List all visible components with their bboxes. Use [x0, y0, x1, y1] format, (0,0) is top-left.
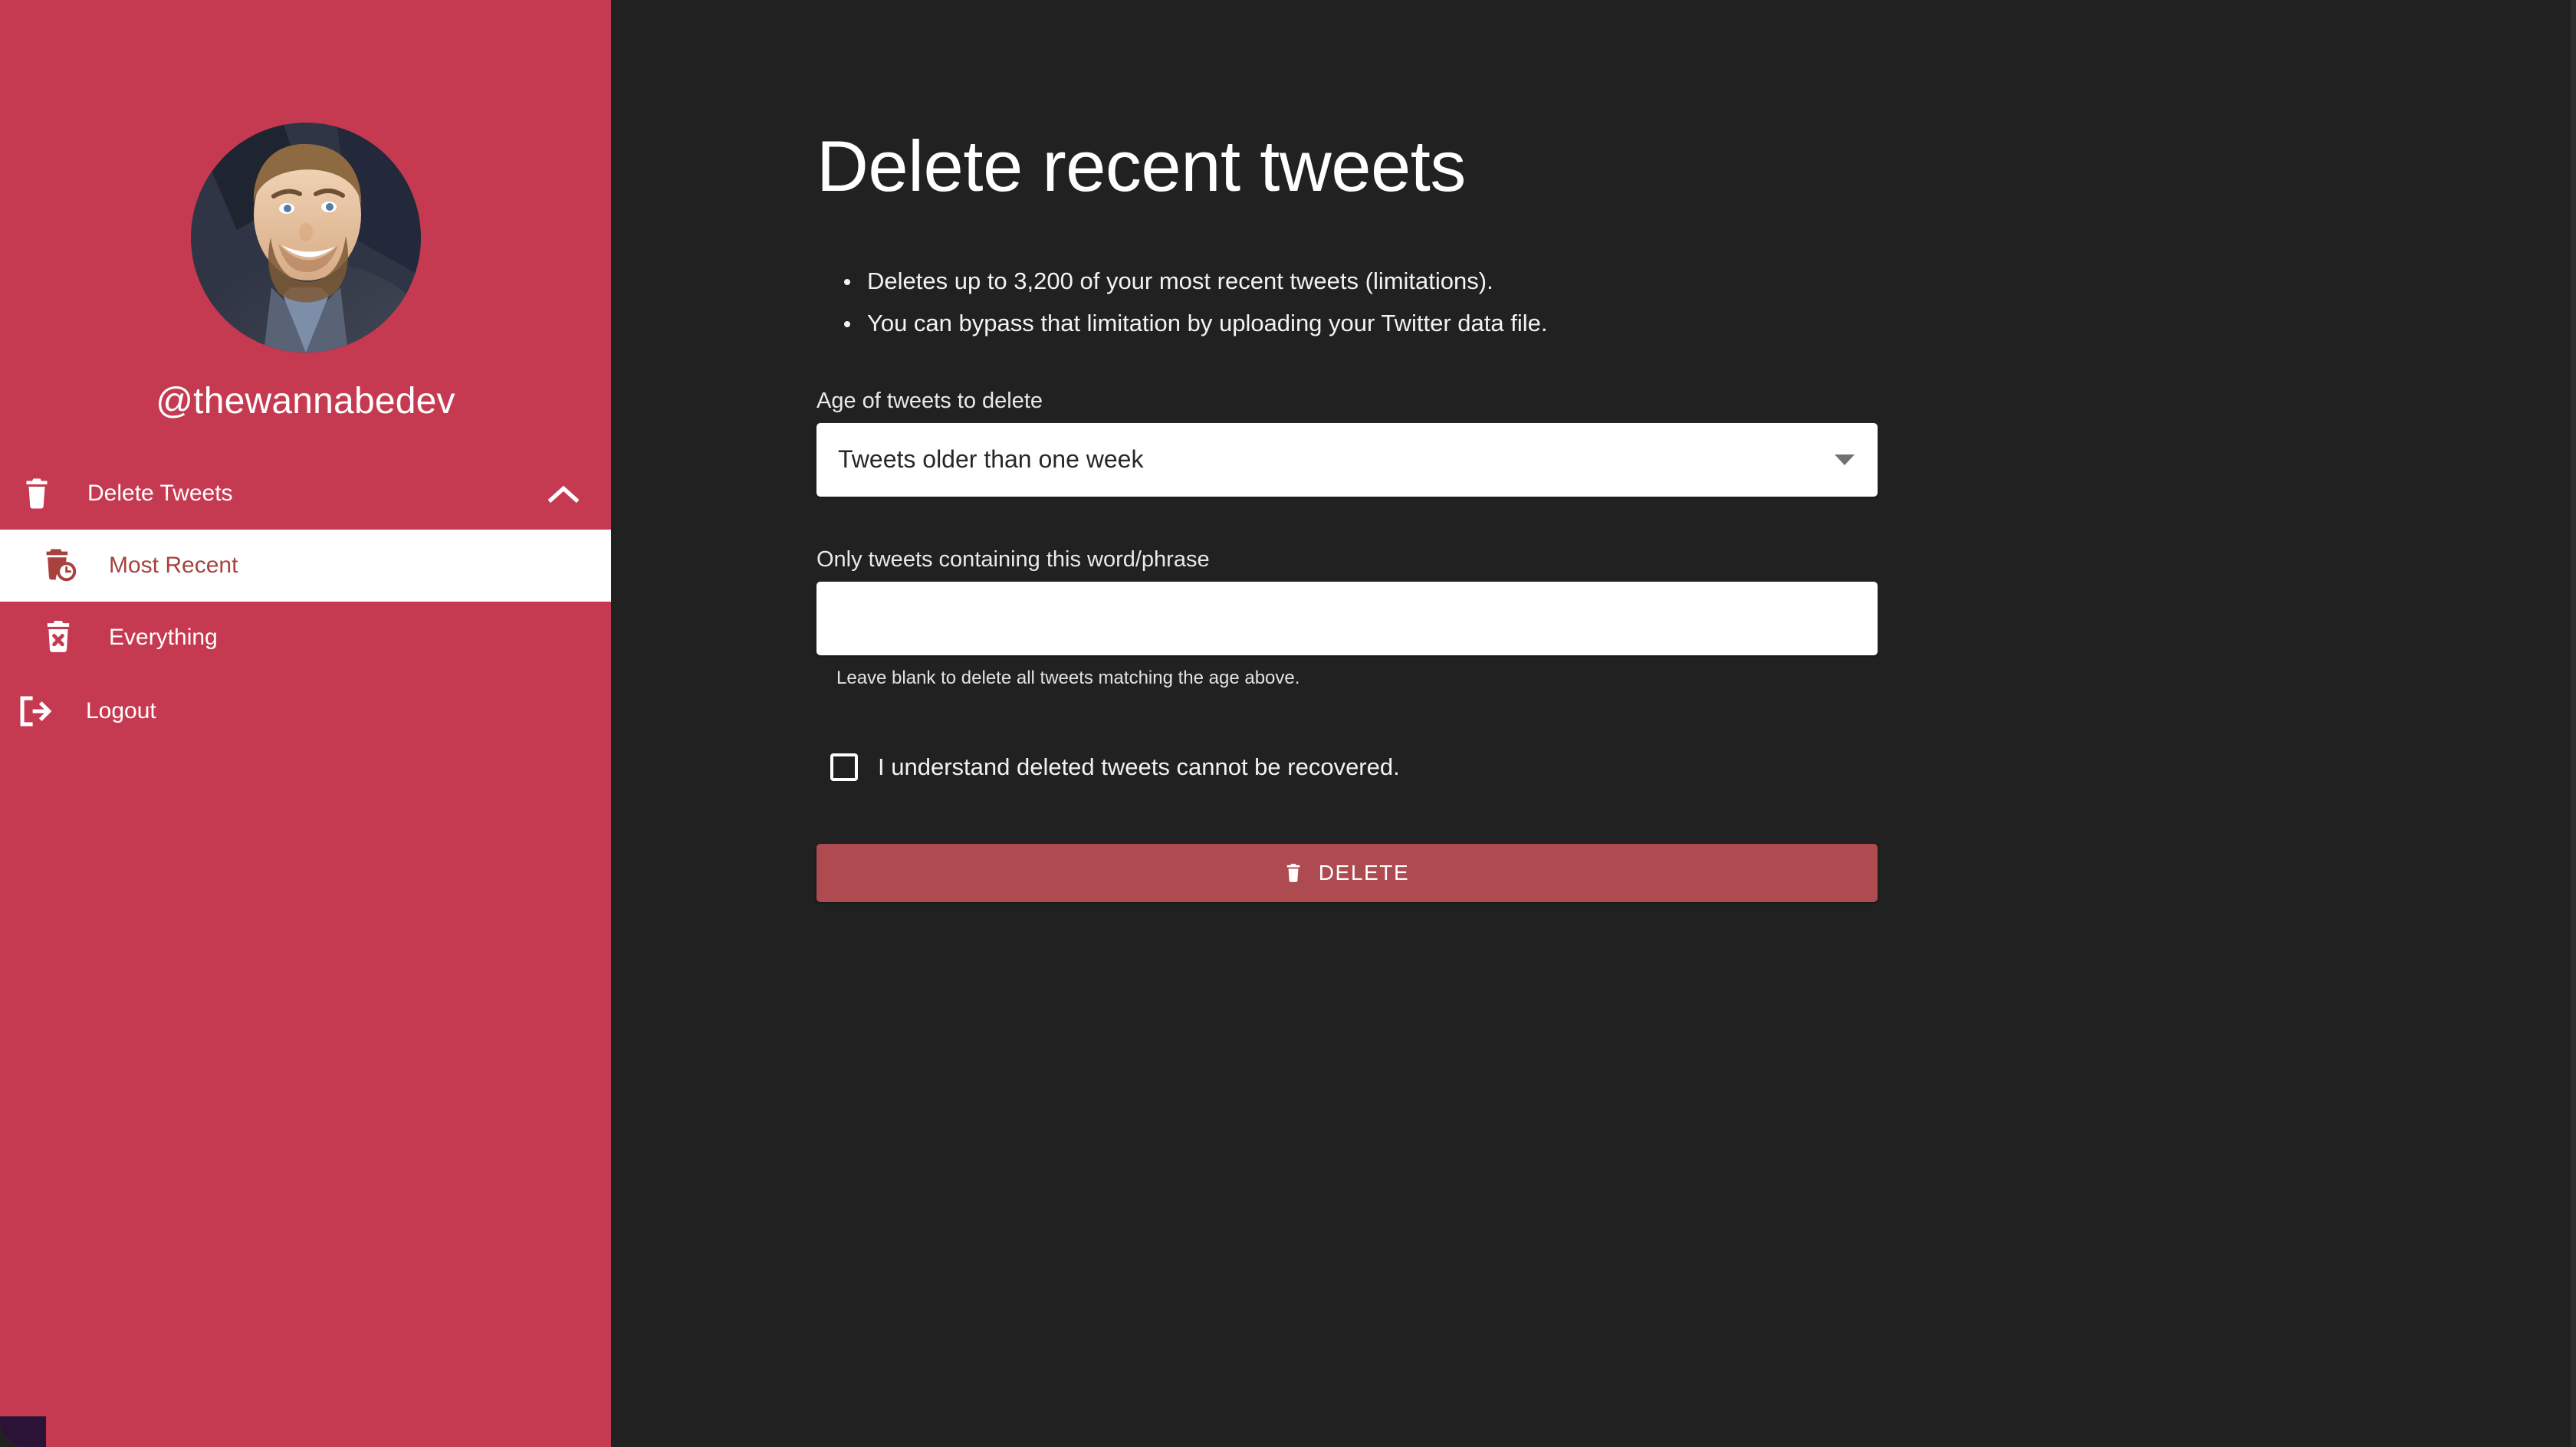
confirm-row: I understand deleted tweets cannot be re… [816, 753, 1878, 781]
page-title: Delete recent tweets [816, 126, 1466, 206]
trash-clock-icon [43, 549, 86, 582]
logout-icon [18, 695, 67, 727]
age-field-group: Age of tweets to delete Tweets older tha… [816, 389, 1878, 497]
profile-block: @thewannabedev [0, 0, 611, 422]
phrase-helper-text: Leave blank to delete all tweets matchin… [836, 667, 1300, 688]
sidebar-item-most-recent[interactable]: Most Recent [0, 529, 611, 602]
phrase-field-group: Only tweets containing this word/phrase … [816, 547, 1878, 689]
note-item: You can bypass that limitation by upload… [844, 311, 2576, 335]
chevron-down-icon [1835, 454, 1855, 465]
trash-icon [1285, 863, 1302, 883]
sidebar-nav: Delete Tweets Most Recent Everything Log… [0, 458, 611, 747]
sidebar-item-label: Logout [86, 697, 156, 724]
scrollbar-track[interactable] [2571, 0, 2576, 1447]
trash-icon [23, 478, 69, 509]
note-item: Deletes up to 3,200 of your most recent … [844, 269, 2576, 293]
sidebar-group-delete-tweets[interactable]: Delete Tweets [0, 458, 611, 530]
delete-button[interactable]: DELETE [816, 843, 1878, 902]
phrase-field-label: Only tweets containing this word/phrase [816, 546, 1210, 572]
sidebar-item-logout[interactable]: Logout [0, 675, 611, 747]
trash-x-icon [43, 620, 86, 655]
phrase-input[interactable] [816, 581, 1878, 655]
app-root: @thewannabedev Delete Tweets Most Recent… [0, 0, 2576, 1447]
confirm-checkbox[interactable] [830, 753, 858, 781]
chevron-up-icon[interactable] [548, 484, 579, 504]
sidebar-item-everything[interactable]: Everything [0, 602, 611, 674]
sidebar-group-label: Delete Tweets [87, 480, 233, 506]
main-content: Delete recent tweets Deletes up to 3,200… [611, 0, 2576, 1447]
notes-list: Deletes up to 3,200 of your most recent … [816, 269, 2576, 335]
profile-handle: @thewannabedev [156, 381, 455, 422]
sidebar-item-label: Most Recent [109, 552, 238, 578]
delete-button-label: DELETE [1318, 860, 1410, 884]
sidebar-item-label: Everything [109, 624, 218, 650]
age-select-value: Tweets older than one week [838, 445, 1144, 474]
delete-form: Age of tweets to delete Tweets older tha… [816, 389, 1878, 902]
confirm-checkbox-label[interactable]: I understand deleted tweets cannot be re… [878, 753, 1400, 781]
avatar[interactable] [190, 123, 421, 353]
age-select[interactable]: Tweets older than one week [816, 422, 1878, 497]
sidebar: @thewannabedev Delete Tweets Most Recent… [0, 0, 611, 1447]
age-field-label: Age of tweets to delete [816, 388, 1043, 413]
